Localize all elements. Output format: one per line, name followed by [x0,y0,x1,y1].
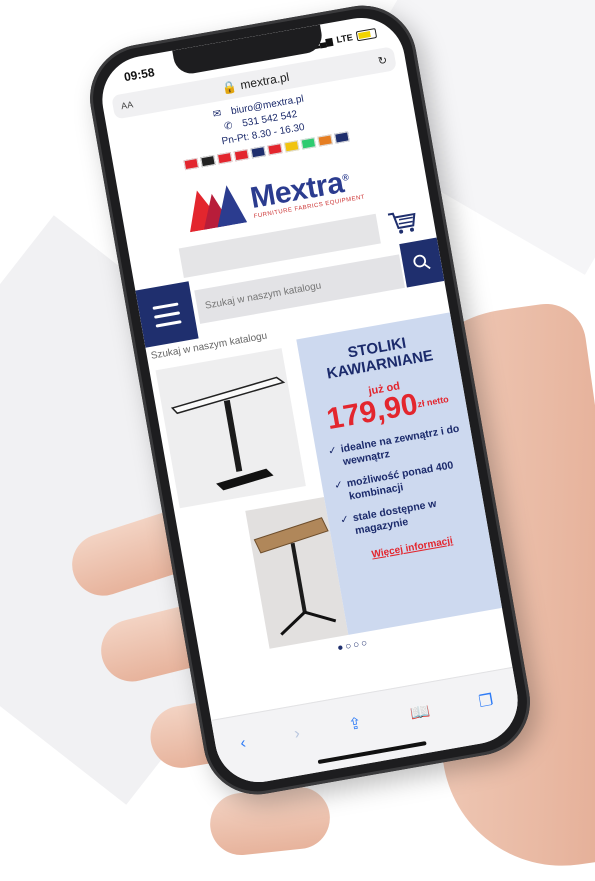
hamburger-line [155,319,182,328]
language-flag-icon[interactable] [182,157,199,171]
tabs-icon[interactable]: ❐ [477,689,495,711]
url-display[interactable]: 🔒 mextra.pl [221,70,291,96]
language-flag-icon[interactable] [216,152,232,165]
language-flag-icon[interactable] [233,149,249,162]
language-flag-icon[interactable] [283,140,299,153]
check-icon: ✓ [333,478,345,492]
status-time: 09:58 [122,65,156,85]
logo-text: Mextra® FURNITURE FABRICS EQUIPMENT [247,159,366,220]
cart-button[interactable] [386,207,420,238]
search-icon [413,254,431,270]
phone: 09:58 ▂▄▆ LTE AA 🔒 mextra.pl ↻ ✉ biuro@m… [81,0,539,803]
phone-wrapper: 09:58 ▂▄▆ LTE AA 🔒 mextra.pl ↻ ✉ biuro@m… [0,0,595,875]
lock-icon: 🔒 [220,79,238,96]
language-flag-icon[interactable] [300,137,316,150]
reload-icon[interactable]: ↻ [377,53,388,67]
check-icon: ✓ [327,444,338,458]
mail-icon: ✉ [212,108,223,121]
phone-screen: 09:58 ▂▄▆ LTE AA 🔒 mextra.pl ↻ ✉ biuro@m… [95,11,525,789]
bookmarks-icon[interactable]: 📖 [409,701,432,724]
language-flag-icon[interactable] [333,131,350,144]
url-text: mextra.pl [239,69,291,93]
reader-aa-button[interactable]: AA [120,99,134,111]
battery-icon [355,27,378,42]
white-table-image [155,348,306,509]
cart-icon [387,212,416,234]
language-flag-icon[interactable] [199,155,216,168]
hamburger-line [153,310,181,319]
language-flag-icon[interactable] [249,146,266,159]
network-label: LTE [335,32,354,45]
language-flag-icon[interactable] [266,143,283,156]
mextra-logo-mark-icon [189,185,247,233]
more-info-link[interactable]: Więcej informacji [371,535,454,560]
language-flag-icon[interactable] [316,134,333,147]
forward-icon[interactable]: › [293,724,301,743]
hamburger-line [152,301,179,310]
promo-banner[interactable]: STOLIKI KAWIARNIANE już od 179,90zł nett… [149,312,503,661]
menu-button[interactable] [135,281,199,348]
promo-bullets: ✓ idealne na zewnątrz i do wewnątrz ✓ możl… [327,421,485,541]
back-icon[interactable]: ‹ [239,734,247,753]
search-button[interactable] [399,237,445,288]
share-icon[interactable]: ⇪ [347,713,364,735]
check-icon: ✓ [339,513,351,527]
